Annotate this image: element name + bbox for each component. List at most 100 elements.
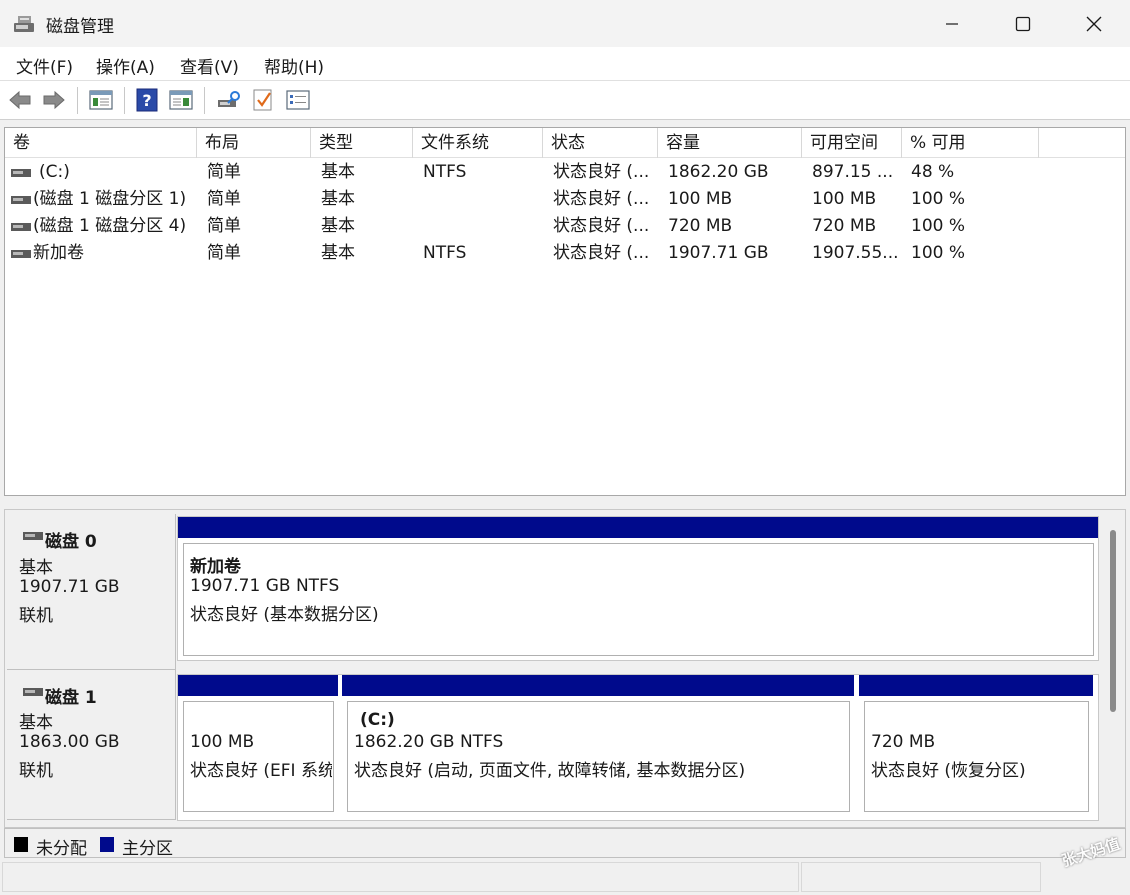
cell-layout: 简单	[207, 216, 241, 236]
col-status[interactable]: 状态	[543, 128, 658, 158]
close-icon	[1086, 16, 1102, 31]
cell-capacity: 720 MB	[668, 216, 733, 236]
partition-title: 新加卷	[190, 557, 241, 577]
graph-scrollbar[interactable]	[1108, 530, 1118, 712]
cell-filesystem: NTFS	[423, 162, 467, 182]
partition-size-fs: 1862.20 GB NTFS	[354, 732, 504, 752]
partition-size-fs: 1907.71 GB NTFS	[190, 576, 340, 596]
cell-type: 基本	[321, 162, 355, 182]
cell-status: 状态良好 (...	[553, 216, 650, 236]
toolbar: ?	[0, 81, 1130, 120]
cell-type: 基本	[321, 216, 355, 236]
maximize-button[interactable]	[988, 0, 1058, 47]
menu-view[interactable]: 查看(V)	[180, 53, 239, 78]
disk-status: 联机	[19, 606, 53, 626]
cell-type: 基本	[321, 243, 355, 263]
toolbar-separator	[204, 87, 205, 114]
toolbar-separator	[77, 87, 78, 114]
table-row[interactable]: (C:) 简单 基本 NTFS 状态良好 (... 1862.20 GB 897…	[5, 159, 1125, 186]
cell-free-space: 720 MB	[812, 216, 877, 236]
menu-help[interactable]: 帮助(H)	[264, 53, 324, 78]
disk-size: 1907.71 GB	[19, 577, 120, 597]
partition-size-fs: 100 MB	[190, 732, 255, 752]
table-row[interactable]: 新加卷 简单 基本 NTFS 状态良好 (... 1907.71 GB 1907…	[5, 240, 1125, 267]
cell-status: 状态良好 (...	[553, 189, 650, 209]
cell-free-space: 897.15 ...	[812, 162, 894, 182]
minimize-icon	[946, 22, 958, 25]
legend-primary-label: 主分区	[122, 839, 173, 859]
disk-icon	[23, 688, 43, 696]
disk-graph-view: 磁盘 0 基本 1907.71 GB 联机 新加卷 1907.71 GB NTF…	[4, 509, 1126, 828]
legend-unallocated-label: 未分配	[36, 839, 87, 859]
cell-layout: 简单	[207, 162, 241, 182]
cell-capacity: 1862.20 GB	[668, 162, 769, 182]
disk-1-partitions: 100 MB 状态良好 (EFI 系统 (C:) 1862.20 GB NTFS…	[177, 674, 1099, 821]
status-bar	[0, 860, 1130, 895]
cell-capacity: 1907.71 GB	[668, 243, 769, 263]
legend-primary-swatch	[100, 837, 114, 852]
rescan-icon[interactable]	[216, 88, 242, 112]
table-row[interactable]: (磁盘 1 磁盘分区 4) 简单 基本 状态良好 (... 720 MB 720…	[5, 213, 1125, 240]
list-view-icon[interactable]	[88, 88, 114, 112]
cell-layout: 简单	[207, 189, 241, 209]
col-volume[interactable]: 卷	[5, 128, 197, 158]
volume-icon	[11, 223, 31, 231]
col-layout[interactable]: 布局	[197, 128, 311, 158]
volume-icon	[11, 169, 31, 177]
col-filesystem[interactable]: 文件系统	[413, 128, 543, 158]
menu-action[interactable]: 操作(A)	[96, 53, 155, 78]
pane-splitter[interactable]	[0, 497, 1130, 509]
cell-volume: (磁盘 1 磁盘分区 1)	[33, 189, 187, 209]
cell-filesystem	[423, 213, 543, 240]
disk-name: 磁盘 0	[45, 532, 97, 552]
cell-filesystem	[423, 186, 543, 213]
disk-name: 磁盘 1	[45, 688, 97, 708]
status-bar-panel	[2, 862, 799, 892]
legend-unallocated-swatch	[14, 837, 28, 852]
minimize-button[interactable]	[917, 0, 987, 47]
maximize-icon	[1015, 16, 1031, 31]
col-type[interactable]: 类型	[311, 128, 413, 158]
partition-info-box: 720 MB 状态良好 (恢复分区)	[864, 701, 1089, 812]
partition-title: (C:)	[360, 710, 395, 730]
cell-percent-free: 100 %	[911, 243, 966, 263]
partition-info-box: 新加卷 1907.71 GB NTFS 状态良好 (基本数据分区)	[183, 543, 1094, 656]
primary-partition-bar	[178, 517, 1098, 538]
partition-c-drive[interactable]: (C:) 1862.20 GB NTFS 状态良好 (启动, 页面文件, 故障转…	[342, 675, 857, 820]
volume-icon	[11, 196, 31, 204]
col-free-space[interactable]: 可用空间	[802, 128, 902, 158]
col-capacity[interactable]: 容量	[658, 128, 802, 158]
disk-1-label[interactable]: 磁盘 1 基本 1863.00 GB 联机	[7, 670, 176, 820]
svg-text:?: ?	[142, 91, 151, 110]
col-percent-free[interactable]: % 可用	[902, 128, 1039, 158]
properties-icon[interactable]	[168, 88, 194, 112]
checklist-icon[interactable]	[250, 88, 276, 112]
legend: 未分配 主分区	[4, 828, 1126, 859]
cell-free-space: 1907.55...	[812, 243, 899, 263]
cell-type: 基本	[321, 189, 355, 209]
primary-partition-bar	[342, 675, 854, 696]
partition-info-box: (C:) 1862.20 GB NTFS 状态良好 (启动, 页面文件, 故障转…	[347, 701, 850, 812]
close-button[interactable]	[1059, 0, 1129, 47]
list-header: 卷 布局 类型 文件系统 状态 容量 可用空间 % 可用	[5, 128, 1125, 158]
cell-percent-free: 100 %	[911, 216, 966, 236]
cell-volume: 新加卷	[33, 243, 84, 263]
disk-0-label[interactable]: 磁盘 0 基本 1907.71 GB 联机	[7, 514, 176, 670]
disk-status: 联机	[19, 761, 53, 781]
forward-icon[interactable]	[41, 88, 67, 112]
partition-efi[interactable]: 100 MB 状态良好 (EFI 系统	[178, 675, 341, 820]
settings-list-icon[interactable]	[285, 88, 311, 112]
menu-bar: 文件(F) 操作(A) 查看(V) 帮助(H)	[0, 47, 1130, 81]
disk-management-app-icon	[14, 16, 34, 32]
disk-type: 基本	[19, 558, 53, 578]
menu-file[interactable]: 文件(F)	[16, 53, 73, 78]
primary-partition-bar	[178, 675, 338, 696]
help-icon[interactable]: ?	[134, 88, 160, 112]
partition-new-volume[interactable]: 新加卷 1907.71 GB NTFS 状态良好 (基本数据分区)	[178, 517, 1098, 660]
partition-recovery[interactable]: 720 MB 状态良好 (恢复分区)	[859, 675, 1097, 820]
cell-filesystem: NTFS	[423, 243, 467, 263]
scrollbar-thumb[interactable]	[1110, 530, 1116, 712]
table-row[interactable]: (磁盘 1 磁盘分区 1) 简单 基本 状态良好 (... 100 MB 100…	[5, 186, 1125, 213]
back-icon[interactable]	[7, 88, 33, 112]
partition-status: 状态良好 (启动, 页面文件, 故障转储, 基本数据分区)	[354, 761, 746, 781]
